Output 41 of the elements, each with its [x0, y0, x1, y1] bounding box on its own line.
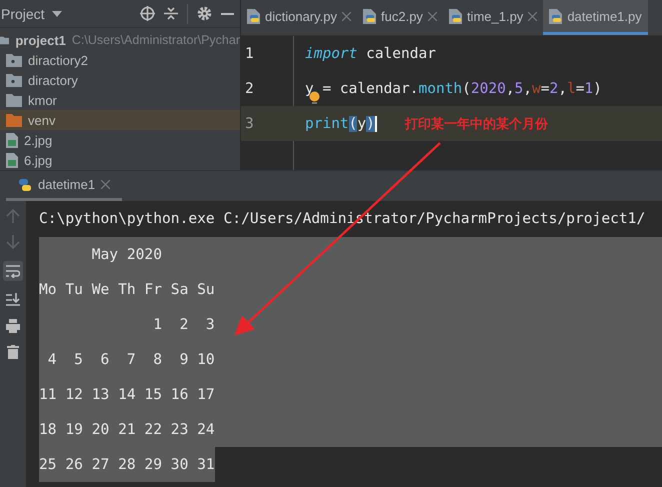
- settings-icon[interactable]: [197, 6, 212, 21]
- code-line: y = calendar.month(2020,5,w=2,l=1): [305, 80, 602, 96]
- image-file-icon: [6, 152, 18, 168]
- trash-icon[interactable]: [7, 345, 19, 359]
- file-tab[interactable]: dictionary.py: [241, 0, 358, 35]
- line-number: 3: [244, 116, 255, 132]
- soft-wrap-button[interactable]: [3, 261, 23, 281]
- tree-item[interactable]: 6.jpg: [0, 150, 240, 170]
- python-file-icon: [448, 8, 462, 24]
- python-file-icon: [363, 8, 376, 24]
- tree-item[interactable]: project1 C:\Users\Administrator\Pychar: [0, 30, 240, 50]
- folder-icon: [6, 114, 22, 126]
- file-tab[interactable]: fuc2.py: [357, 0, 443, 35]
- tree-item[interactable]: diractory: [0, 70, 240, 90]
- print-icon[interactable]: [6, 319, 20, 333]
- tree-item[interactable]: 2.jpg: [0, 130, 240, 150]
- file-tab[interactable]: datetime1.py: [543, 0, 648, 35]
- folder-icon: [6, 54, 22, 66]
- annotation-text: 打印某一年中的某个月份: [404, 116, 548, 132]
- python-file-icon: [549, 8, 562, 24]
- python-icon: [18, 178, 32, 192]
- code-line: print(y): [305, 116, 377, 132]
- panel-title[interactable]: Project: [1, 6, 45, 22]
- crosshair-icon[interactable]: [140, 6, 155, 21]
- dropdown-caret-icon[interactable]: [52, 10, 62, 16]
- minimize-icon[interactable]: [221, 12, 234, 14]
- code-line: import calendar: [305, 46, 436, 62]
- folder-icon: [6, 74, 22, 86]
- tree-item[interactable]: venv: [0, 110, 240, 130]
- folder-icon: [0, 34, 10, 46]
- tree-item[interactable]: diractiory2: [0, 50, 240, 70]
- file-tab[interactable]: time_1.py: [442, 0, 544, 35]
- collapse-icon[interactable]: [164, 6, 178, 21]
- scroll-to-end-icon[interactable]: [6, 293, 20, 307]
- tree-item[interactable]: kmor: [0, 90, 240, 110]
- line-number: 2: [244, 80, 255, 96]
- python-file-icon: [247, 8, 260, 24]
- project-path: C:\Users\Administrator\Pychar: [72, 33, 240, 47]
- line-number: 1: [244, 46, 255, 62]
- folder-icon: [6, 94, 22, 106]
- image-file-icon: [6, 132, 18, 148]
